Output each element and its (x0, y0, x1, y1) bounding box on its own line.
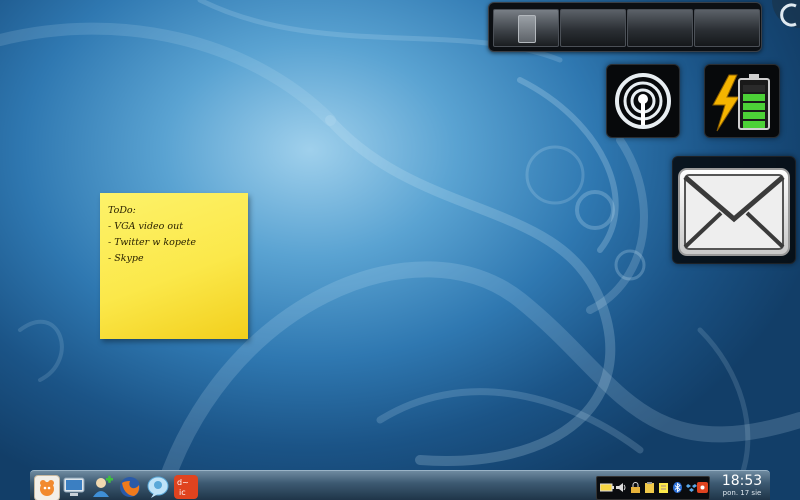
svg-text:d~: d~ (177, 478, 189, 487)
window-thumbnail (518, 15, 536, 43)
firefox-launcher[interactable] (118, 475, 142, 499)
digital-clock[interactable]: 18:53 pon. 17 sie (716, 473, 768, 498)
delicious-launcher[interactable]: d~ ic (174, 475, 198, 499)
notes-tray-icon[interactable] (658, 482, 669, 493)
battery-level-bar (743, 121, 765, 128)
network-widget[interactable] (606, 64, 680, 138)
note-line: - Twitter w kopete (108, 237, 196, 248)
note-line: - Skype (108, 253, 144, 264)
desktop-toolbox-cashew-icon[interactable] (770, 0, 800, 30)
battery-widget[interactable] (704, 64, 780, 138)
monitor-icon (63, 477, 85, 496)
system-tray (596, 476, 710, 500)
system-settings-launcher[interactable] (62, 475, 86, 499)
wifi-signal-icon (615, 73, 671, 129)
pager-desktop-2[interactable] (560, 9, 626, 47)
note-line: ToDo: (108, 205, 136, 216)
battery-tray-icon[interactable] (599, 482, 614, 493)
firefox-icon (120, 477, 140, 497)
delicious-tray-icon[interactable] (697, 482, 708, 493)
battery-level-bar (743, 85, 765, 92)
virtual-desktop-pager (488, 2, 762, 52)
clock-date: pon. 17 sie (722, 489, 762, 497)
add-user-icon (93, 475, 113, 497)
chat-bubble-icon (147, 476, 169, 498)
dropbox-tray-icon[interactable] (686, 482, 697, 493)
taskbar-panel: d~ ic 18:53 pon. 17 sie (30, 470, 770, 500)
kickoff-launcher[interactable] (34, 475, 60, 500)
clock-time: 18:53 (721, 473, 763, 489)
kde-menu-icon (40, 480, 54, 496)
battery-level-bar (743, 112, 765, 119)
pager-desktop-4[interactable] (694, 9, 760, 47)
kopete-launcher[interactable] (146, 475, 170, 499)
svg-text:ic: ic (179, 488, 186, 497)
sticky-note[interactable]: ToDo: - VGA video out - Twitter w kopete… (100, 193, 248, 339)
pager-desktop-1[interactable] (493, 9, 559, 47)
desktop[interactable]: ToDo: - VGA video out - Twitter w kopete… (0, 0, 800, 500)
battery-level-bar (743, 103, 765, 110)
delicious-icon: d~ ic (177, 478, 189, 497)
lock-tray-icon[interactable] (630, 482, 641, 493)
mail-widget[interactable] (672, 156, 796, 264)
clipboard-tray-icon[interactable] (644, 482, 655, 493)
envelope-icon (678, 168, 790, 256)
note-line: - VGA video out (108, 221, 184, 232)
battery-charging-icon (712, 74, 770, 132)
bluetooth-tray-icon[interactable] (672, 482, 683, 493)
add-user-launcher[interactable] (90, 475, 114, 499)
pager-desktop-3[interactable] (627, 9, 693, 47)
volume-tray-icon[interactable] (616, 482, 627, 493)
battery-level-bar (743, 94, 765, 101)
